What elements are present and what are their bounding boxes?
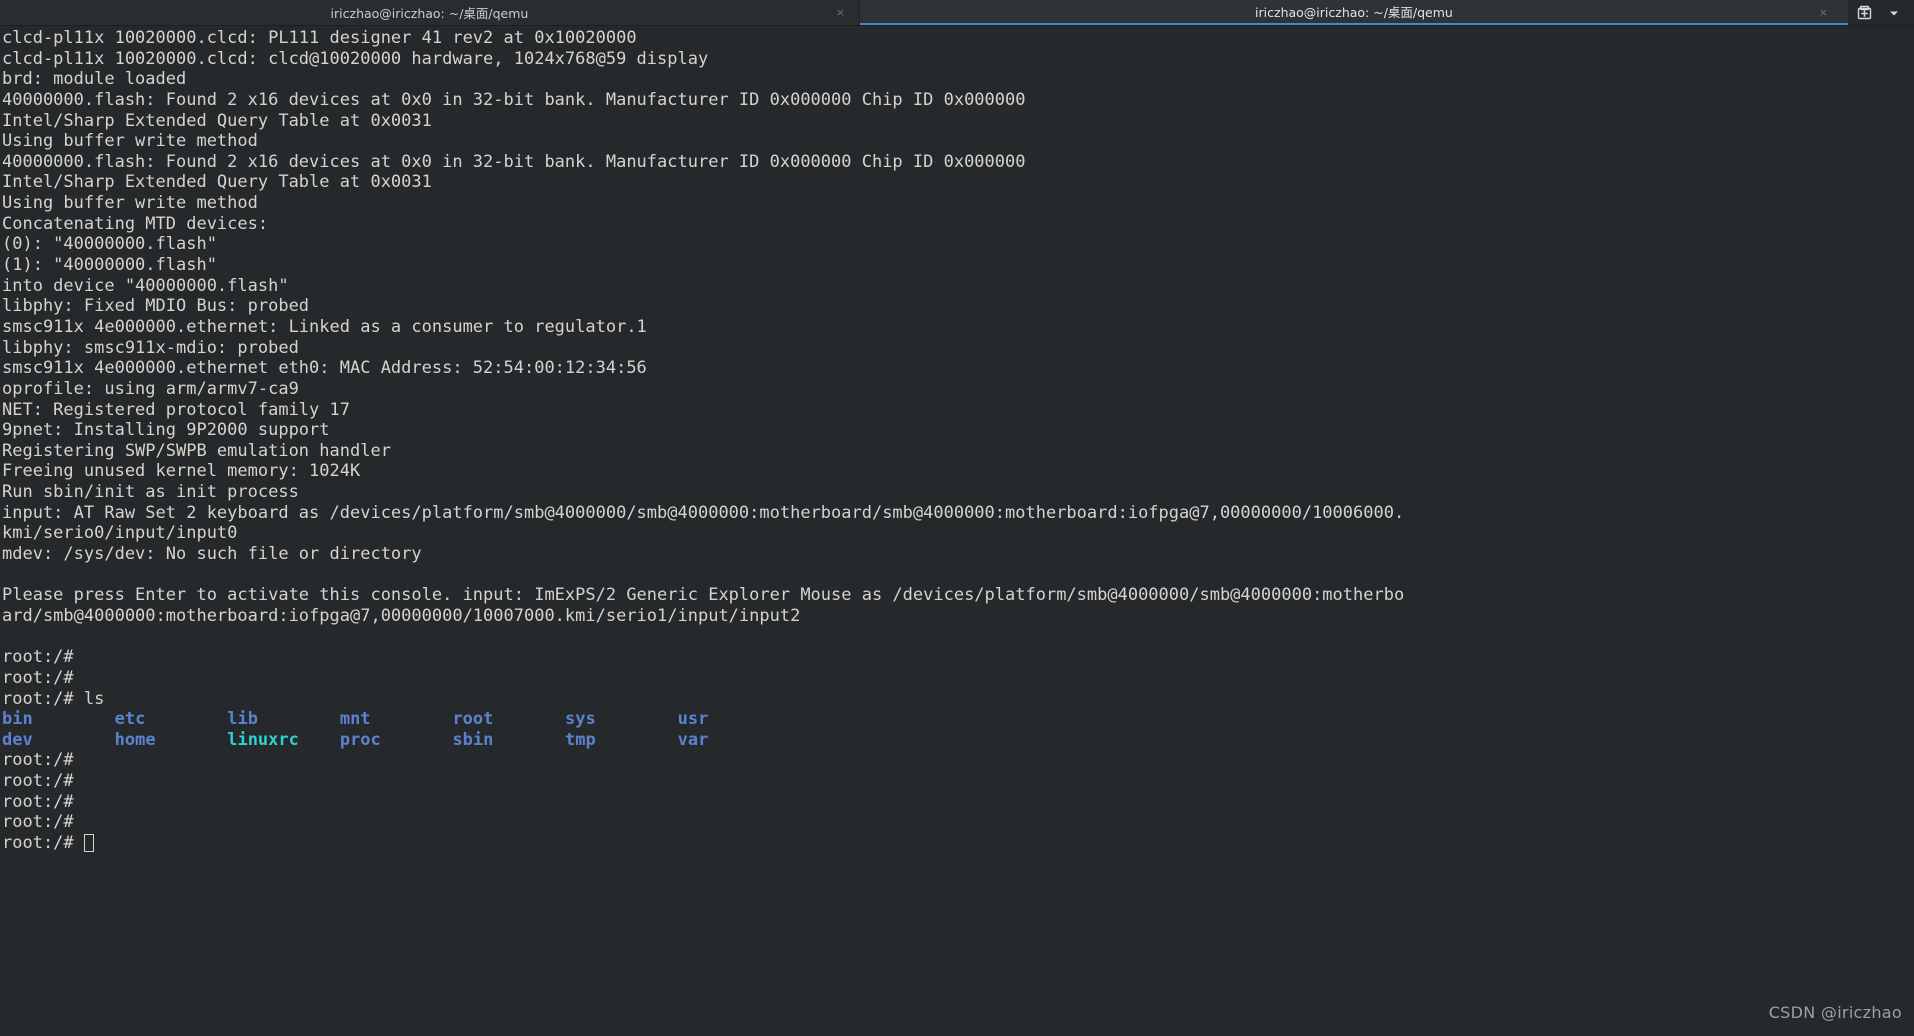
- terminal-prompt-line: root:/#: [2, 812, 74, 833]
- ls-column-gap: [596, 730, 678, 750]
- terminal-line: Registering SWP/SWPB emulation handler: [2, 440, 391, 461]
- new-tab-icon: [1857, 5, 1871, 20]
- ls-entry-mnt: mnt: [339, 709, 371, 730]
- terminal-line: Concatenating MTD devices:: [2, 213, 269, 234]
- terminal-active-prompt-line: root:/#: [2, 833, 1404, 854]
- terminal-line: root:/# ls: [2, 688, 105, 709]
- ls-entry-bin: bin: [2, 709, 33, 730]
- terminal-line: Please press Enter to activate this cons…: [2, 585, 1405, 606]
- watermark: CSDN @iriczhao: [1768, 1003, 1902, 1022]
- ls-entry-sys: sys: [565, 709, 596, 730]
- ls-column-gap: [493, 730, 565, 750]
- terminal-line: Run sbin/init as init process: [2, 482, 299, 503]
- terminal-prompt-line: root:/#: [2, 771, 74, 792]
- ls-column-gap: [493, 709, 565, 729]
- terminal-line: libphy: Fixed MDIO Bus: probed: [2, 296, 310, 317]
- chevron-down-icon: [1890, 11, 1898, 15]
- terminal-line: smsc911x 4e000000.ethernet eth0: MAC Add…: [2, 358, 647, 379]
- terminal-line: Using buffer write method: [2, 131, 258, 152]
- new-tab-button[interactable]: [1850, 0, 1878, 25]
- ls-output-row: bin etc lib mnt root sys usr: [2, 709, 1404, 730]
- terminal-tab-2-close-icon[interactable]: ×: [1819, 0, 1828, 23]
- ls-entry-dev: dev: [2, 729, 33, 750]
- ls-entry-proc: proc: [339, 729, 381, 750]
- terminal-line: 40000000.flash: Found 2 x16 devices at 0…: [2, 151, 1026, 172]
- terminal-tab-2[interactable]: iriczhao@iriczhao: ~/桌面/qemu ×: [859, 0, 1848, 25]
- terminal-line: root:/#: [2, 647, 74, 668]
- terminal-tab-2-label: iriczhao@iriczhao: ~/桌面/qemu: [1255, 5, 1453, 20]
- ls-entry-sbin: sbin: [452, 729, 494, 750]
- ls-column-gap: [371, 709, 453, 729]
- ls-entry-home: home: [114, 729, 156, 750]
- ls-column-gap: [708, 709, 790, 729]
- terminal-line: Using buffer write method: [2, 193, 258, 214]
- terminal-screen[interactable]: clcd-pl11x 10020000.clcd: PL111 designer…: [0, 26, 1914, 1036]
- ls-entry-root: root: [452, 709, 494, 730]
- terminal-line: NET: Registered protocol family 17: [2, 399, 350, 420]
- tab-list-dropdown[interactable]: [1880, 0, 1908, 25]
- ls-entry-tmp: tmp: [565, 729, 596, 750]
- terminal-line: Intel/Sharp Extended Query Table at 0x00…: [2, 110, 432, 131]
- ls-column-gap: [299, 730, 340, 750]
- ls-column-gap: [33, 709, 115, 729]
- terminal-line: clcd-pl11x 10020000.clcd: PL111 designer…: [2, 28, 637, 48]
- terminal-line: 40000000.flash: Found 2 x16 devices at 0…: [2, 89, 1026, 110]
- ls-column-gap: [33, 730, 115, 750]
- terminal-line: brd: module loaded: [2, 69, 187, 90]
- terminal-line: into device "40000000.flash": [2, 275, 289, 296]
- terminal-tab-1-label: iriczhao@iriczhao: ~/桌面/qemu: [330, 6, 529, 21]
- terminal-line: mdev: /sys/dev: No such file or director…: [2, 544, 422, 565]
- ls-column-gap: [156, 730, 228, 750]
- terminal-line: Intel/Sharp Extended Query Table at 0x00…: [2, 172, 432, 193]
- ls-column-gap: [258, 709, 340, 729]
- ls-column-gap: [145, 709, 227, 729]
- terminal-line: clcd-pl11x 10020000.clcd: clcd@10020000 …: [2, 48, 709, 69]
- ls-entry-var: var: [677, 729, 709, 750]
- ls-column-gap: [708, 730, 790, 750]
- tab-bar: iriczhao@iriczhao: ~/桌面/qemu × iriczhao@…: [0, 0, 1914, 26]
- terminal-line: oprofile: using arm/armv7-ca9: [2, 378, 299, 399]
- terminal-prompt-line: root:/#: [2, 791, 74, 812]
- terminal-line: kmi/serio0/input/input0: [2, 523, 238, 544]
- terminal-line: libphy: smsc911x-mdio: probed: [2, 337, 299, 358]
- ls-output-row: dev home linuxrc proc sbin tmp var: [2, 730, 1404, 751]
- terminal-line: smsc911x 4e000000.ethernet: Linked as a …: [2, 316, 647, 337]
- terminal-line: ard/smb@4000000:motherboard:iofpga@7,000…: [2, 605, 801, 626]
- terminal-line: (0): "40000000.flash": [2, 234, 217, 255]
- terminal-cursor: [83, 833, 94, 852]
- terminal-line: (1): "40000000.flash": [2, 255, 217, 276]
- ls-entry-usr: usr: [677, 709, 709, 730]
- ls-entry-linuxrc: linuxrc: [227, 729, 299, 750]
- ls-column-gap: [381, 730, 453, 750]
- terminal-line: input: AT Raw Set 2 keyboard as /devices…: [2, 502, 1405, 523]
- terminal-line: root:/#: [2, 667, 74, 688]
- terminal-prompt: root:/#: [2, 832, 84, 853]
- ls-column-gap: [596, 709, 678, 729]
- terminal-line: Freeing unused kernel memory: 1024K: [2, 461, 361, 482]
- terminal-tab-1[interactable]: iriczhao@iriczhao: ~/桌面/qemu ×: [0, 0, 860, 25]
- terminal-line: 9pnet: Installing 9P2000 support: [2, 420, 330, 441]
- ls-entry-etc: etc: [114, 709, 146, 730]
- terminal-prompt-line: root:/#: [2, 750, 74, 771]
- terminal-tab-1-close-icon[interactable]: ×: [836, 0, 845, 25]
- tab-bar-actions: [1848, 0, 1914, 25]
- ls-entry-lib: lib: [227, 709, 258, 730]
- terminal-text-buffer: clcd-pl11x 10020000.clcd: PL111 designer…: [0, 26, 1404, 854]
